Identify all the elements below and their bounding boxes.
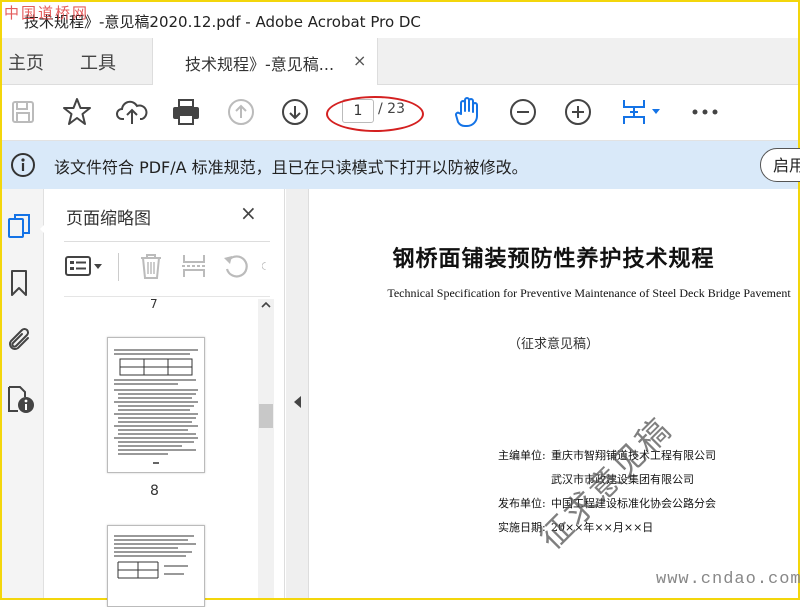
split-page-icon[interactable] xyxy=(180,249,208,283)
save-icon[interactable] xyxy=(6,95,40,129)
previous-page-icon[interactable] xyxy=(224,95,258,129)
zoom-in-icon[interactable] xyxy=(561,95,595,129)
hand-tool-icon[interactable] xyxy=(451,95,485,129)
red-annotation-circle xyxy=(326,96,424,132)
left-navigation-rail xyxy=(2,189,48,598)
enable-editing-button[interactable]: 启用 xyxy=(760,148,800,182)
document-properties-icon[interactable] xyxy=(6,385,36,415)
zoom-out-icon[interactable] xyxy=(506,95,540,129)
page-thumbnails-panel: 页面缩略图 × 7 8 xyxy=(44,189,285,607)
panel-title: 页面缩略图 xyxy=(66,209,151,229)
rotate-clockwise-icon[interactable] xyxy=(262,249,272,283)
panel-collapse-handle[interactable] xyxy=(286,189,309,598)
info-icon xyxy=(10,152,36,178)
thumbnail-scrollbar[interactable] xyxy=(258,299,274,598)
next-page-icon[interactable] xyxy=(278,95,312,129)
scrollbar-thumb[interactable] xyxy=(259,404,273,428)
bookmark-icon[interactable] xyxy=(9,269,29,297)
page-thumbnails-icon[interactable] xyxy=(7,213,33,241)
title-bar: 技术规程》-意见稿2020.12.pdf - Adobe Acrobat Pro… xyxy=(2,2,798,38)
nav-home[interactable]: 主页 xyxy=(8,49,44,75)
scroll-up-icon[interactable] xyxy=(261,301,271,309)
site-watermark: 中国道桥网 xyxy=(4,4,90,22)
print-icon[interactable] xyxy=(169,95,203,129)
tab-bar: 主页 工具 xyxy=(2,38,798,85)
pdfa-message: 该文件符合 PDF/A 标准规范，且已在只读模式下打开以防被修改。 xyxy=(54,158,528,177)
pdfa-info-bar: 该文件符合 PDF/A 标准规范，且已在只读模式下打开以防被修改。 启用 xyxy=(2,141,800,189)
document-tab[interactable]: 技术规程》-意见稿... × xyxy=(152,38,378,85)
editor-label: 主编单位: xyxy=(498,449,546,462)
collapse-arrow-icon[interactable] xyxy=(292,395,302,409)
thumbnail-label-8: 8 xyxy=(150,483,159,499)
document-subtitle: Technical Specification for Preventive M… xyxy=(387,286,791,300)
rotate-page-icon[interactable] xyxy=(222,249,250,283)
document-title: 钢桥面铺装预防性养护技术规程 xyxy=(392,246,715,272)
nav-tools[interactable]: 工具 xyxy=(80,49,116,75)
page-thumbnail-8[interactable] xyxy=(107,337,205,473)
upload-cloud-icon[interactable] xyxy=(115,95,149,129)
panel-divider xyxy=(64,241,270,242)
document-view: 钢桥面铺装预防性养护技术规程 Technical Specification f… xyxy=(309,189,798,598)
more-options-icon[interactable] xyxy=(688,95,722,129)
panel-toolbar-divider xyxy=(64,296,270,297)
document-tab-label: 技术规程》-意见稿... xyxy=(185,55,335,74)
publisher-label: 发布单位: xyxy=(498,497,546,510)
delete-page-icon[interactable] xyxy=(138,249,164,283)
attachment-icon[interactable] xyxy=(6,325,34,355)
draft-notice: （征求意见稿） xyxy=(507,337,599,352)
close-panel-button[interactable]: × xyxy=(240,201,257,225)
toolbar-divider xyxy=(118,253,119,281)
close-tab-button[interactable]: × xyxy=(353,51,366,70)
page-thumbnail-9[interactable] xyxy=(107,525,205,607)
page-layout-dropdown-icon[interactable] xyxy=(616,95,666,129)
thumbnail-options-icon[interactable] xyxy=(64,249,104,283)
bookmark-star-icon[interactable] xyxy=(60,95,94,129)
bottom-site-watermark: www.cndao.com xyxy=(656,570,800,589)
thumbnail-label-7: 7 xyxy=(150,297,158,311)
